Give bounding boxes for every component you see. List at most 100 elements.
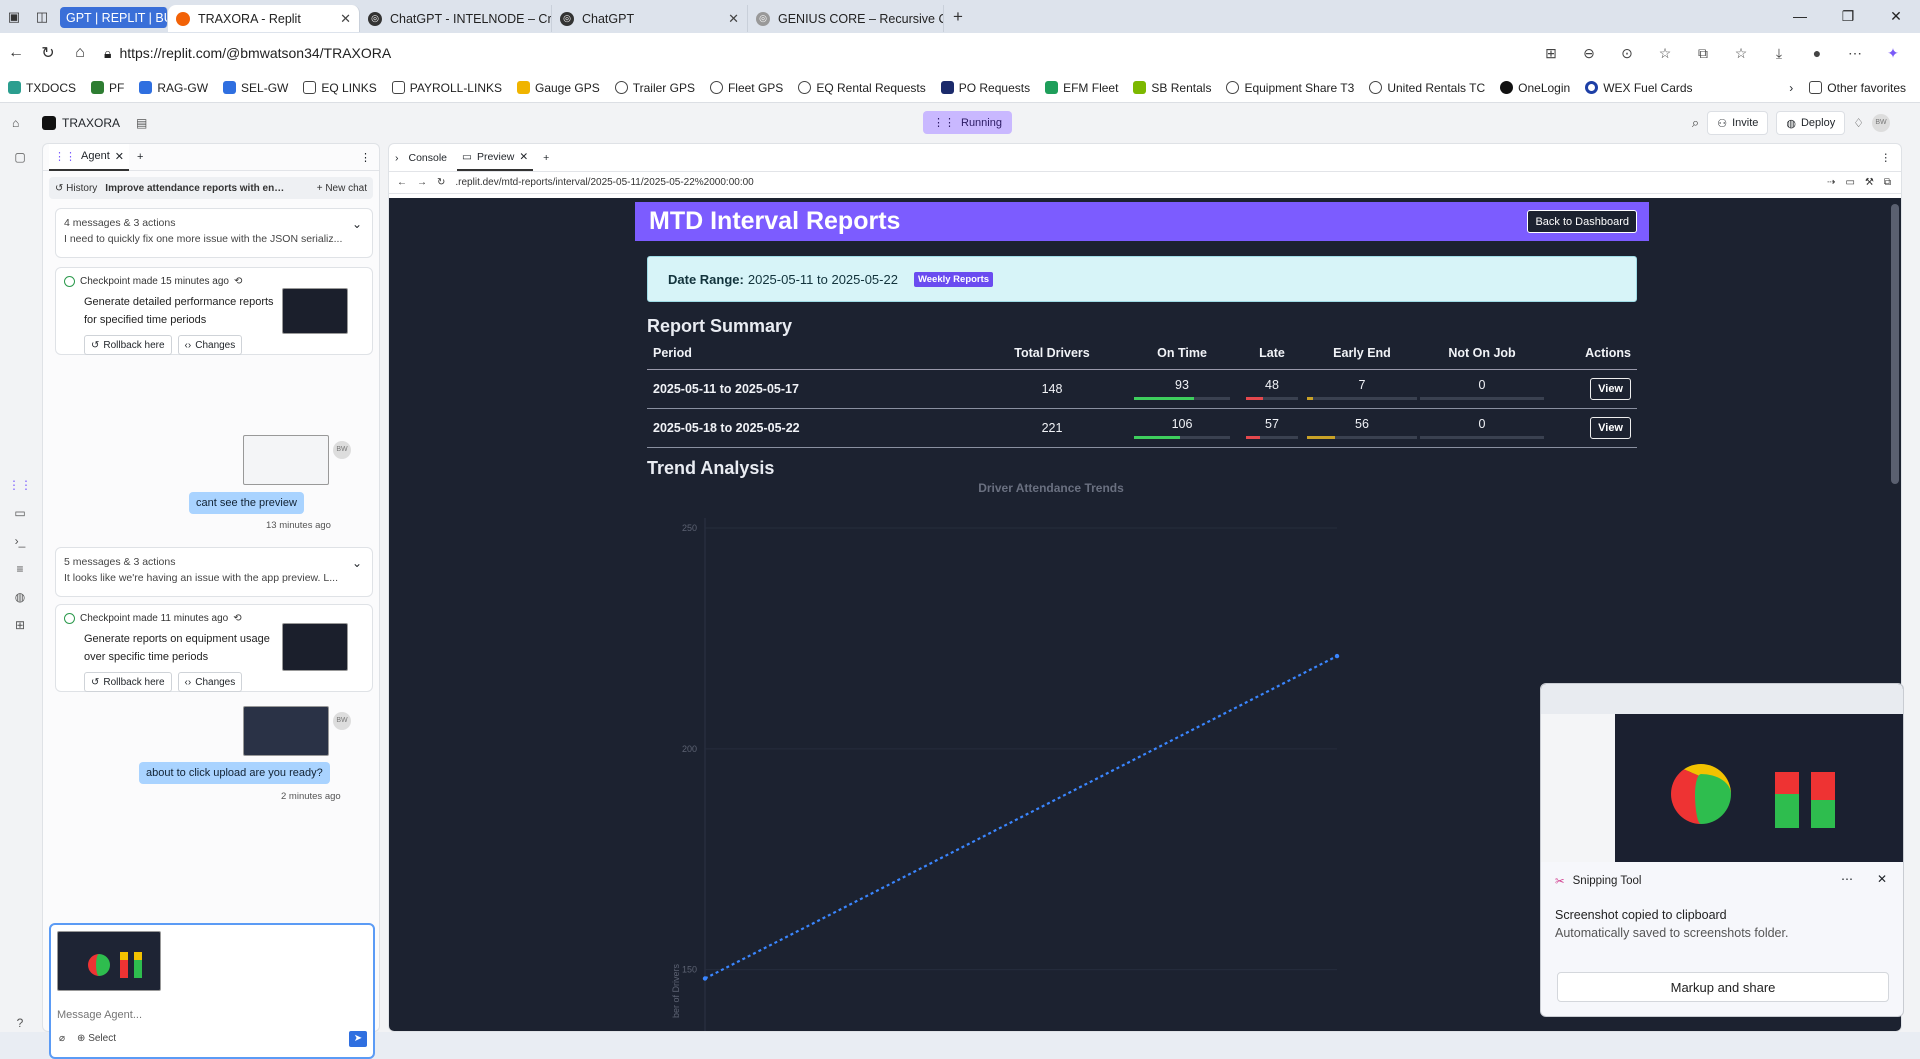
bookmark-pf[interactable]: PF xyxy=(91,81,124,95)
checkpoint-thumbnail[interactable] xyxy=(282,623,348,671)
more-icon[interactable]: ⋮ xyxy=(360,151,371,164)
bookmark-trailer-gps[interactable]: Trailer GPS xyxy=(614,81,695,95)
open-icon[interactable]: ⇢ xyxy=(1827,177,1835,188)
favorite-star-icon[interactable]: ☆ xyxy=(1648,45,1682,62)
url-field[interactable]: 🔒︎ https://replit.com/@bmwatson34/TRAXORA xyxy=(104,45,391,62)
attached-image-thumbnail[interactable] xyxy=(57,931,161,991)
close-icon[interactable]: ✕ xyxy=(519,151,528,163)
zoom-icon[interactable]: ⊖ xyxy=(1572,45,1606,62)
bookmark-rag-gw[interactable]: RAG-GW xyxy=(139,81,208,95)
deploy-button[interactable]: ◍ Deploy xyxy=(1776,111,1846,135)
workspaces-icon[interactable]: ▣ xyxy=(0,0,28,33)
deploy-icon[interactable]: ◍ xyxy=(0,583,40,611)
more-icon[interactable]: ⋯ xyxy=(1841,872,1853,886)
split-screen-icon[interactable]: ⊞ xyxy=(1534,45,1568,62)
new-tab-icon[interactable]: + xyxy=(944,0,972,33)
rollback-button[interactable]: ↺ Rollback here xyxy=(84,335,172,355)
search-icon[interactable]: ⌕ xyxy=(1692,115,1699,131)
send-button[interactable]: ➤ xyxy=(349,1031,367,1047)
history-button[interactable]: ↺ History xyxy=(55,183,97,194)
new-window-icon[interactable]: ⧉ xyxy=(1884,177,1891,188)
invite-button[interactable]: ⚇ Invite xyxy=(1707,111,1769,135)
tab-console[interactable]: Console xyxy=(409,152,448,164)
new-chat-button[interactable]: + New chat xyxy=(317,183,367,194)
tab-chatgpt[interactable]: ◎ ChatGPT ✕ xyxy=(552,5,748,32)
bookmark-gauge-gps[interactable]: Gauge GPS xyxy=(517,81,600,95)
refresh-icon[interactable]: ↻ xyxy=(437,177,445,188)
project-switcher[interactable]: TRAXORA ▤ xyxy=(42,116,147,130)
running-status[interactable]: ⋮⋮ Running xyxy=(923,111,1012,134)
user-screenshot-thumbnail[interactable] xyxy=(243,435,329,485)
tab-agent[interactable]: ⋮⋮ Agent ✕ xyxy=(49,143,129,171)
changes-button[interactable]: ‹› Changes xyxy=(177,672,243,692)
close-icon[interactable]: ✕ xyxy=(722,11,739,27)
close-icon[interactable]: ✕ xyxy=(115,150,124,163)
help-icon[interactable]: ? xyxy=(0,1009,40,1037)
attach-icon[interactable]: ⌀ xyxy=(59,1033,65,1044)
bookmark-efm-fleet[interactable]: EFM Fleet xyxy=(1045,81,1118,95)
bookmark-eq-rental[interactable]: EQ Rental Requests xyxy=(798,81,926,95)
view-button[interactable]: View xyxy=(1590,377,1631,400)
summary-card-2[interactable]: 5 messages & 3 actions It looks like we'… xyxy=(55,547,373,597)
chevron-right-icon[interactable]: › xyxy=(1789,81,1793,95)
bookmark-eq-links[interactable]: EQ LINKS xyxy=(303,81,377,95)
grid-icon[interactable]: ⋮⋮ xyxy=(0,471,40,499)
restore-icon[interactable]: ❐ xyxy=(1824,8,1872,25)
layout-icon[interactable]: ▤ xyxy=(136,116,147,130)
restore-icon[interactable]: ⟲ xyxy=(234,276,242,287)
apps-icon[interactable]: ⊞ xyxy=(0,611,40,639)
tab-traxora[interactable]: TRAXORA - Replit ✕ xyxy=(168,5,360,32)
screenshot-preview[interactable] xyxy=(1541,684,1903,862)
bookmark-fleet-gps[interactable]: Fleet GPS xyxy=(709,81,783,95)
devices-icon[interactable]: ▭ xyxy=(1845,177,1854,188)
tab-preview[interactable]: ▭ Preview ✕ xyxy=(457,144,534,171)
preview-url[interactable]: .replit.dev/mtd-reports/interval/2025-05… xyxy=(455,177,753,188)
copilot-icon[interactable]: ✦ xyxy=(1876,45,1910,62)
collapse-icon[interactable]: › xyxy=(395,152,399,164)
bookmark-po-requests[interactable]: PO Requests xyxy=(940,81,1030,95)
changes-button[interactable]: ‹› Changes xyxy=(177,335,243,355)
bookmark-wex[interactable]: WEX Fuel Cards xyxy=(1585,81,1693,95)
more-icon[interactable]: ⋯ xyxy=(1838,45,1872,62)
database-icon[interactable]: ≡ xyxy=(0,555,40,583)
close-icon[interactable]: ✕ xyxy=(1877,872,1887,886)
message-input[interactable] xyxy=(57,1005,357,1025)
summary-card-1[interactable]: 4 messages & 3 actions I need to quickly… xyxy=(55,208,373,258)
shell-icon[interactable]: ›_ xyxy=(0,527,40,555)
bookmark-txdocs[interactable]: TXDOCS xyxy=(8,81,76,95)
minimize-icon[interactable]: — xyxy=(1776,8,1824,25)
home-icon[interactable]: ⌂ xyxy=(12,116,32,130)
select-button[interactable]: ⊕ Select xyxy=(77,1033,116,1044)
chevron-down-icon[interactable]: ⌄ xyxy=(352,556,362,570)
bookmark-sel-gw[interactable]: SEL-GW xyxy=(223,81,288,95)
bookmark-equipment-share[interactable]: Equipment Share T3 xyxy=(1226,81,1354,95)
puzzle-icon[interactable]: ⧉ xyxy=(1686,45,1720,62)
back-to-dashboard-button[interactable]: Back to Dashboard xyxy=(1527,210,1637,233)
add-tab-icon[interactable]: + xyxy=(543,152,549,164)
refresh-icon[interactable]: ↻ xyxy=(32,43,64,63)
files-icon[interactable]: ▢ xyxy=(0,143,40,171)
tab-chatgpt-intelnode[interactable]: ◎ ChatGPT - INTELNODE – Creative✕ xyxy=(360,5,552,32)
preview-icon[interactable]: ▭ xyxy=(0,499,40,527)
avatar[interactable]: BW xyxy=(1872,114,1890,132)
download-icon[interactable]: ⤓ xyxy=(1762,45,1796,62)
chevron-down-icon[interactable]: ⌄ xyxy=(352,217,362,231)
checkpoint-thumbnail[interactable] xyxy=(282,288,348,334)
bookmark-sb-rentals[interactable]: SB Rentals xyxy=(1133,81,1211,95)
restore-icon[interactable]: ⟲ xyxy=(233,613,241,624)
extensions-icon[interactable]: ⊙ xyxy=(1610,45,1644,62)
bookmark-united-rentals[interactable]: United Rentals TC xyxy=(1369,81,1485,95)
close-icon[interactable]: ✕ xyxy=(334,11,351,27)
bookmark-onelogin[interactable]: OneLogin xyxy=(1500,81,1570,95)
close-window-icon[interactable]: ✕ xyxy=(1872,8,1920,25)
scrollbar[interactable] xyxy=(1891,204,1899,484)
tab-genius-core[interactable]: ◎ GENIUS CORE – Recursive Cogniti✕ xyxy=(748,5,944,32)
home-icon[interactable]: ⌂ xyxy=(64,44,96,62)
other-favorites[interactable]: Other favorites xyxy=(1809,81,1906,95)
bookmark-payroll-links[interactable]: PAYROLL-LINKS xyxy=(391,81,502,95)
markup-and-share-button[interactable]: Markup and share xyxy=(1557,972,1889,1002)
view-button[interactable]: View xyxy=(1590,416,1631,439)
more-icon[interactable]: ⋮ xyxy=(1881,152,1892,164)
favorites-icon[interactable]: ☆ xyxy=(1724,45,1758,62)
tab-group-label[interactable]: GPT | REPLIT | BUILDIN xyxy=(60,7,168,28)
